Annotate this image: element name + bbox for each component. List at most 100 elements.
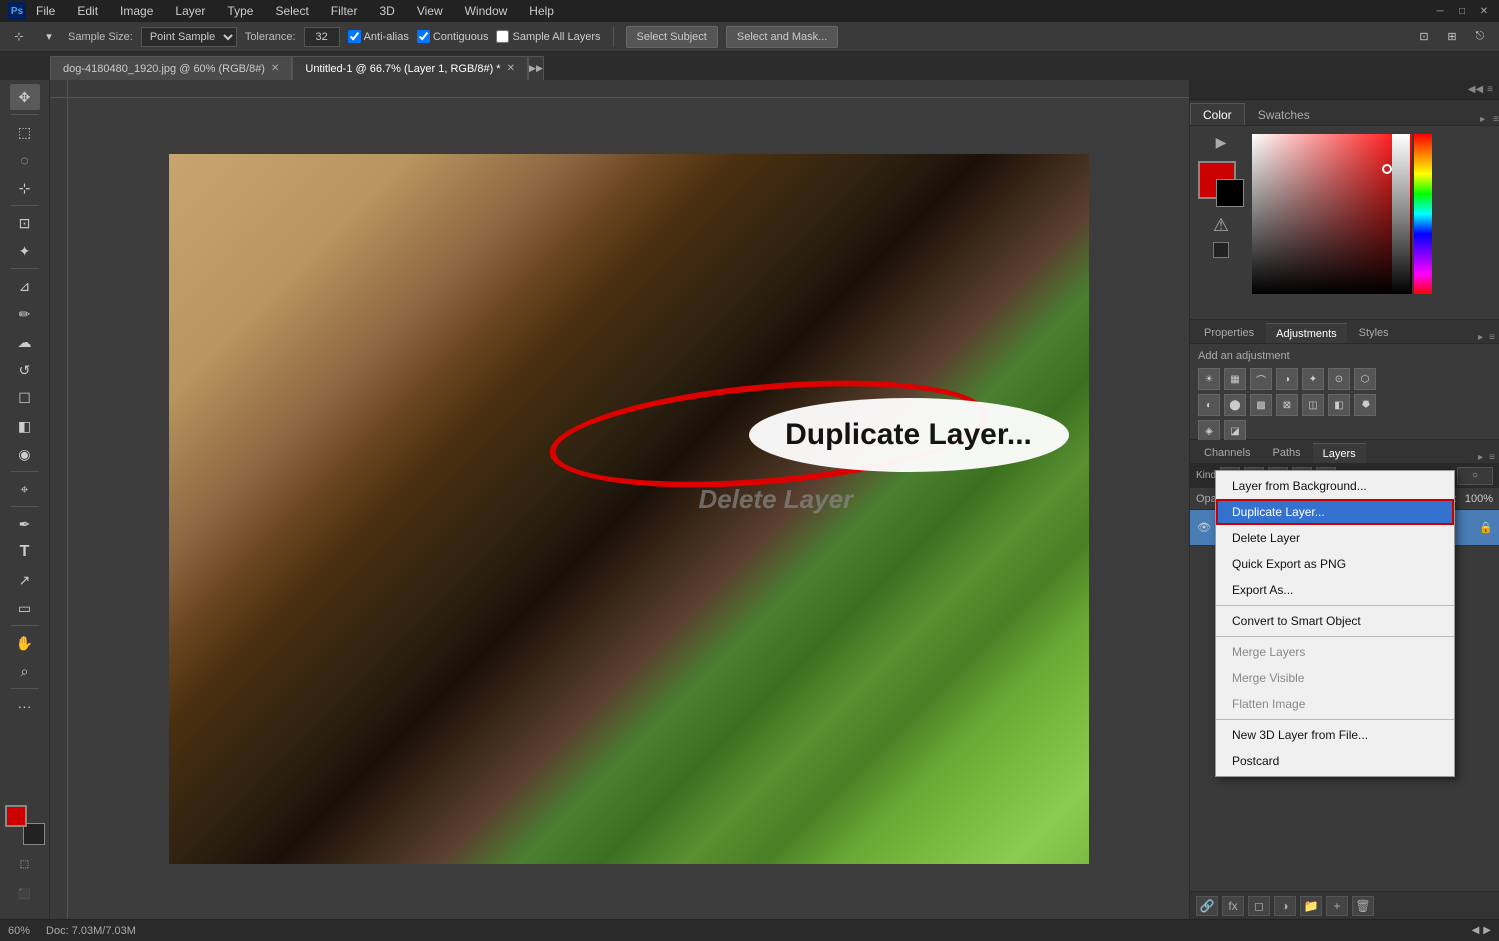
history-brush[interactable]: ↺ bbox=[10, 357, 40, 383]
panel-options-btn[interactable]: ≡ bbox=[1487, 84, 1493, 95]
context-menu-item-10[interactable]: Postcard bbox=[1216, 748, 1454, 774]
magic-wand-tool[interactable]: ⊹ bbox=[10, 175, 40, 201]
anti-alias-checkbox[interactable] bbox=[348, 30, 361, 43]
layer-visibility-icon[interactable]: 👁 bbox=[1196, 520, 1212, 536]
context-menu-item-1[interactable]: Duplicate Layer... bbox=[1216, 499, 1454, 525]
menu-item-view[interactable]: View bbox=[413, 4, 447, 18]
color-lookup-adj-icon[interactable]: ⊠ bbox=[1276, 394, 1298, 416]
status-next-btn[interactable]: ▶ bbox=[1483, 925, 1491, 936]
hand-tool[interactable]: ✋ bbox=[10, 630, 40, 656]
channel-mix-adj-icon[interactable]: ▩ bbox=[1250, 394, 1272, 416]
context-menu-item-2[interactable]: Delete Layer bbox=[1216, 525, 1454, 551]
panel-collapse-btn[interactable]: ◀◀ bbox=[1468, 84, 1483, 95]
small-swatch[interactable] bbox=[1213, 242, 1229, 258]
context-menu-item-8[interactable]: Flatten Image bbox=[1216, 691, 1454, 717]
eyedropper-tool[interactable]: ✦ bbox=[10, 238, 40, 264]
link-layers-btn[interactable]: 🔗 bbox=[1196, 896, 1218, 916]
close-button[interactable]: ✕ bbox=[1477, 4, 1491, 18]
canvas-container[interactable]: Duplicate Layer... Delete Layer bbox=[68, 98, 1189, 919]
context-menu-item-3[interactable]: Quick Export as PNG bbox=[1216, 551, 1454, 577]
color-gradient[interactable] bbox=[1252, 134, 1412, 294]
add-mask-btn[interactable]: ◻ bbox=[1248, 896, 1270, 916]
adj-panel-collapse[interactable]: ▸ bbox=[1474, 332, 1487, 343]
contiguous-checkbox[interactable] bbox=[417, 30, 430, 43]
menu-item-3d[interactable]: 3D bbox=[375, 4, 398, 18]
color-panel-menu-btn[interactable]: ≡ bbox=[1493, 114, 1499, 125]
move-tool[interactable]: ✥ bbox=[10, 84, 40, 110]
selective-color-adj-icon[interactable]: ◪ bbox=[1224, 420, 1246, 442]
menu-item-window[interactable]: Window bbox=[461, 4, 512, 18]
gradient-tool[interactable]: ◧ bbox=[10, 413, 40, 439]
layers-panel-menu-btn[interactable]: ≡ bbox=[1489, 452, 1495, 463]
new-group-btn[interactable]: 📁 bbox=[1300, 896, 1322, 916]
sample-all-label[interactable]: Sample All Layers bbox=[496, 30, 600, 43]
hue-strip[interactable] bbox=[1414, 134, 1432, 294]
zoom-fit-icon[interactable]: ⊡ bbox=[1413, 26, 1435, 48]
menu-item-file[interactable]: File bbox=[32, 4, 59, 18]
menu-item-edit[interactable]: Edit bbox=[73, 4, 102, 18]
invert-adj-icon[interactable]: ◫ bbox=[1302, 394, 1324, 416]
color-panel-collapse[interactable]: ▸ bbox=[1476, 114, 1489, 125]
saturation-strip[interactable] bbox=[1392, 134, 1410, 294]
blur-tool[interactable]: ◉ bbox=[10, 441, 40, 467]
more-tools-btn[interactable]: ··· bbox=[10, 693, 40, 719]
brush-tool[interactable]: ✏ bbox=[10, 301, 40, 327]
collapse-panels-btn[interactable]: ▶▶ bbox=[528, 56, 544, 80]
menu-item-type[interactable]: Type bbox=[223, 4, 257, 18]
menu-bar[interactable]: FileEditImageLayerTypeSelectFilter3DView… bbox=[32, 4, 558, 18]
dodge-tool[interactable]: ⌖ bbox=[10, 476, 40, 502]
zoom-tool[interactable]: ⌕ bbox=[10, 658, 40, 684]
crop-tool[interactable]: ⊡ bbox=[10, 210, 40, 236]
menu-item-filter[interactable]: Filter bbox=[327, 4, 362, 18]
maximize-button[interactable]: □ bbox=[1455, 4, 1469, 18]
context-menu-item-7[interactable]: Merge Visible bbox=[1216, 665, 1454, 691]
bw-adj-icon[interactable]: ◐ bbox=[1198, 394, 1220, 416]
foreground-color-swatch[interactable] bbox=[5, 805, 27, 827]
posterize-adj-icon[interactable]: ◧ bbox=[1328, 394, 1350, 416]
new-layer-btn[interactable]: + bbox=[1326, 896, 1348, 916]
vibrance-adj-icon[interactable]: ✦ bbox=[1302, 368, 1324, 390]
exposure-adj-icon[interactable]: ◑ bbox=[1276, 368, 1298, 390]
sample-all-checkbox[interactable] bbox=[496, 30, 509, 43]
share-icon[interactable]: ⎋ bbox=[1469, 26, 1491, 48]
context-menu-item-0[interactable]: Layer from Background... bbox=[1216, 473, 1454, 499]
new-fill-layer-btn[interactable]: ◑ bbox=[1274, 896, 1296, 916]
select-mask-button[interactable]: Select and Mask... bbox=[726, 26, 839, 48]
quick-mask-btn[interactable]: ⬚ bbox=[10, 851, 40, 877]
select-subject-button[interactable]: Select Subject bbox=[626, 26, 718, 48]
color-picker-area[interactable] bbox=[1252, 134, 1491, 311]
context-menu-item-4[interactable]: Export As... bbox=[1216, 577, 1454, 603]
threshold-adj-icon[interactable]: ⯂ bbox=[1354, 394, 1376, 416]
zoom-fill-icon[interactable]: ⊞ bbox=[1441, 26, 1463, 48]
tolerance-input[interactable] bbox=[304, 27, 340, 47]
shape-tool[interactable]: ▭ bbox=[10, 595, 40, 621]
gradient-map-adj-icon[interactable]: ◈ bbox=[1198, 420, 1220, 442]
adj-panel-menu-btn[interactable]: ≡ bbox=[1489, 332, 1495, 343]
fill-value[interactable]: 100% bbox=[1465, 493, 1493, 505]
options-icon[interactable]: ▾ bbox=[38, 26, 60, 48]
screen-mode-btn[interactable]: ⬛ bbox=[10, 881, 40, 907]
text-tool[interactable]: T bbox=[10, 539, 40, 565]
window-controls[interactable]: ─ □ ✕ bbox=[1433, 4, 1491, 18]
menu-item-select[interactable]: Select bbox=[271, 4, 312, 18]
clone-tool[interactable]: ☁ bbox=[10, 329, 40, 355]
tab-untitled[interactable]: Untitled-1 @ 66.7% (Layer 1, RGB/8#) * ✕ bbox=[292, 56, 528, 80]
delete-layer-btn[interactable]: 🗑 bbox=[1352, 896, 1374, 916]
color-balance-adj-icon[interactable]: ⬡ bbox=[1354, 368, 1376, 390]
eraser-tool[interactable]: ☐ bbox=[10, 385, 40, 411]
photo-filter-adj-icon[interactable]: ⬤ bbox=[1224, 394, 1246, 416]
tab-channels[interactable]: Channels bbox=[1194, 443, 1260, 463]
minimize-button[interactable]: ─ bbox=[1433, 4, 1447, 18]
status-prev-btn[interactable]: ◀ bbox=[1472, 925, 1480, 936]
background-color-btn[interactable] bbox=[1216, 179, 1244, 207]
sample-size-select[interactable]: Point Sample bbox=[141, 27, 237, 47]
contiguous-label[interactable]: Contiguous bbox=[417, 30, 489, 43]
levels-adj-icon[interactable]: ▦ bbox=[1224, 368, 1246, 390]
path-select-tool[interactable]: ↗ bbox=[10, 567, 40, 593]
menu-item-help[interactable]: Help bbox=[525, 4, 558, 18]
context-menu-item-6[interactable]: Merge Layers bbox=[1216, 639, 1454, 665]
curves-adj-icon[interactable]: ⌒ bbox=[1250, 368, 1272, 390]
context-menu-item-9[interactable]: New 3D Layer from File... bbox=[1216, 722, 1454, 748]
lasso-tool[interactable]: ◌ bbox=[10, 147, 40, 173]
tab-untitled-close[interactable]: ✕ bbox=[507, 63, 515, 74]
